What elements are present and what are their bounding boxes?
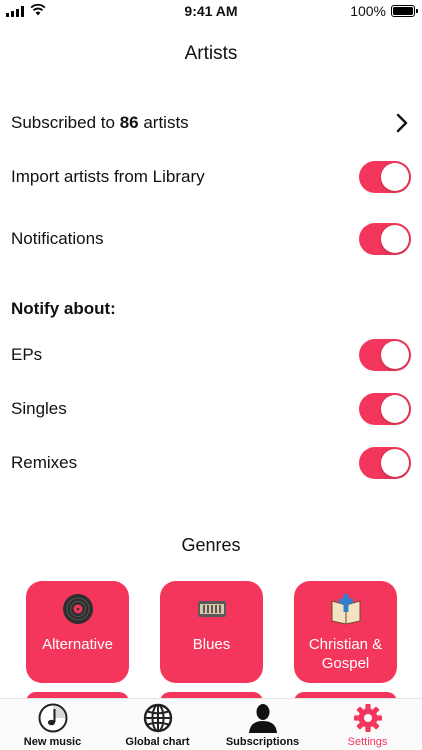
tab-new-music[interactable]: New music	[0, 699, 105, 750]
tab-subscriptions[interactable]: Subscriptions	[210, 699, 315, 750]
genres-title: Genres	[181, 535, 241, 555]
import-artists-toggle[interactable]	[359, 161, 411, 193]
import-artists-row: Import artists from Library	[0, 157, 422, 197]
notify-singles-toggle[interactable]	[359, 393, 411, 425]
notify-eps-row: EPs	[0, 335, 422, 375]
notify-singles-label: Singles	[11, 399, 67, 418]
notifications-toggle[interactable]	[359, 223, 411, 255]
tab-label-subscriptions: Subscriptions	[225, 736, 300, 748]
genre-tile-blues[interactable]: Blues	[160, 581, 263, 683]
subscribed-artists-row[interactable]: Subscribed to 86 artists	[0, 103, 422, 143]
tab-global-chart[interactable]: Global chart	[105, 699, 210, 750]
battery-percent: 100%	[350, 3, 386, 19]
page-title: Artists	[184, 43, 238, 64]
subscribed-label: Subscribed to 86 artists	[11, 113, 189, 132]
genre-label-christian-gospel: Christian & Gospel	[308, 636, 383, 672]
genre-tile-christian-gospel[interactable]: Christian & Gospel	[294, 581, 397, 683]
tab-label-global-chart: Global chart	[125, 736, 190, 748]
import-artists-label: Import artists from Library	[11, 167, 205, 186]
status-bar: 9:41 AM 100%	[0, 0, 422, 22]
notify-about-heading: Notify about:	[11, 299, 116, 318]
notifications-label: Notifications	[11, 229, 104, 248]
notify-eps-label: EPs	[11, 345, 43, 364]
notify-eps-toggle[interactable]	[359, 339, 411, 371]
globe-icon	[143, 703, 172, 733]
battery-icon	[391, 5, 418, 17]
notify-remixes-row: Remixes	[0, 443, 422, 483]
chevron-right-icon	[396, 113, 408, 133]
notifications-row: Notifications	[0, 219, 422, 259]
gear-icon	[353, 704, 382, 732]
vinyl-record-icon	[62, 594, 93, 624]
notify-singles-row: Singles	[0, 389, 422, 429]
tab-label-settings: Settings	[347, 736, 388, 748]
bible-cross-icon	[331, 594, 360, 625]
tab-settings[interactable]: Settings	[315, 699, 420, 750]
genre-label-alternative: Alternative	[42, 636, 113, 653]
notify-remixes-label: Remixes	[11, 453, 78, 472]
subscribed-count: 86	[119, 113, 139, 132]
music-note-icon	[38, 703, 67, 733]
tab-label-new-music: New music	[23, 736, 82, 748]
genre-tile-alternative[interactable]: Alternative	[26, 581, 129, 683]
tab-bar: New music Global chart Subscriptions Set…	[0, 698, 422, 750]
genre-label-blues: Blues	[192, 636, 231, 653]
harmonica-icon	[197, 601, 226, 617]
notify-remixes-toggle[interactable]	[359, 447, 411, 479]
person-icon	[248, 704, 277, 733]
